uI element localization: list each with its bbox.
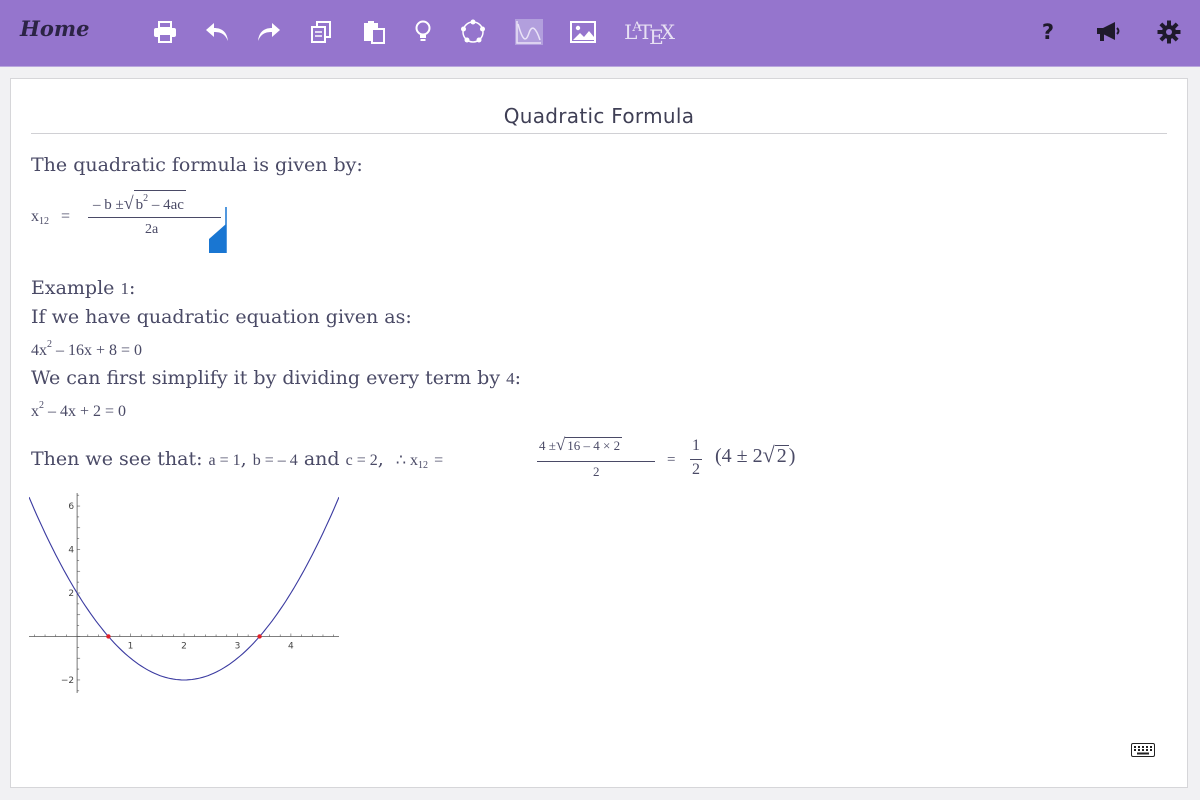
solution-den: 2 bbox=[593, 464, 600, 479]
megaphone-icon[interactable] bbox=[1090, 14, 1126, 50]
equation-1[interactable]: 4x2 – 16x + 8 = 0 bbox=[31, 339, 142, 360]
y-tick-label: 6 bbox=[68, 502, 74, 512]
parabola-curve bbox=[29, 496, 339, 681]
x-tick-label: 3 bbox=[235, 641, 241, 651]
y-tick-label: 2 bbox=[68, 589, 74, 599]
if-text[interactable]: If we have quadratic equation given as: bbox=[31, 306, 412, 328]
home-link[interactable]: Home bbox=[20, 16, 89, 41]
example-heading[interactable]: Example 1: bbox=[31, 277, 135, 299]
x-tick-label: 1 bbox=[128, 641, 134, 651]
sqrt-sign-icon: √ bbox=[123, 193, 134, 213]
formula-num-prefix: – b ± bbox=[93, 197, 124, 213]
solution-eq2: = bbox=[667, 452, 676, 468]
half-bar bbox=[690, 459, 702, 460]
copy-icon[interactable] bbox=[303, 14, 339, 50]
undo-icon[interactable] bbox=[199, 14, 235, 50]
solution-numerator: 4 ±√ 16 – 4 × 2 bbox=[539, 435, 623, 454]
x-tick-label: 4 bbox=[288, 641, 294, 651]
keyboard-icon[interactable] bbox=[1131, 742, 1155, 757]
solution-fraction-bar bbox=[537, 461, 655, 462]
x-tick-label: 2 bbox=[181, 641, 187, 651]
formula-eq: = bbox=[61, 208, 71, 225]
y-tick-label: 4 bbox=[68, 546, 74, 556]
y-tick-label: −2 bbox=[61, 676, 74, 686]
sqrt-sign-icon: √ bbox=[555, 435, 566, 454]
root-point bbox=[106, 634, 111, 639]
title-divider bbox=[31, 133, 1167, 134]
simplify-text[interactable]: We can first simplify it by dividing eve… bbox=[31, 367, 521, 389]
text-cursor bbox=[209, 207, 227, 253]
top-toolbar: Home LATEX ? bbox=[0, 0, 1200, 67]
sqrt-sign-icon: √ bbox=[762, 442, 775, 467]
gear-icon[interactable] bbox=[1151, 14, 1187, 50]
root-point bbox=[257, 634, 262, 639]
parabola-graph[interactable]: 1 2 3 4 −2 2 4 6 bbox=[29, 493, 339, 693]
solution-paren: (4 ± 2√ 2) bbox=[715, 442, 796, 467]
image-icon[interactable] bbox=[565, 14, 601, 50]
half-den: 2 bbox=[692, 461, 700, 478]
help-icon[interactable]: ? bbox=[1030, 14, 1066, 50]
graph-icon[interactable] bbox=[511, 14, 547, 50]
formula-den: 2a bbox=[145, 222, 159, 237]
intro-text[interactable]: The quadratic formula is given by: bbox=[31, 154, 363, 176]
equation-2[interactable]: x2 – 4x + 2 = 0 bbox=[31, 400, 126, 421]
half-num: 1 bbox=[692, 437, 700, 454]
circle-dots-icon[interactable] bbox=[455, 14, 491, 50]
latex-icon[interactable]: LATEX bbox=[622, 14, 676, 50]
paste-icon[interactable] bbox=[356, 14, 392, 50]
document-area[interactable]: Quadratic Formula The quadratic formula … bbox=[10, 78, 1188, 788]
redo-icon[interactable] bbox=[251, 14, 287, 50]
fraction-bar bbox=[88, 217, 221, 218]
formula-lhs: x bbox=[31, 208, 39, 225]
then-text: Then we see that: a = 1, b = – 4 and c =… bbox=[31, 448, 444, 471]
print-icon[interactable] bbox=[147, 14, 183, 50]
page-title[interactable]: Quadratic Formula bbox=[11, 104, 1187, 128]
lightbulb-icon[interactable] bbox=[405, 14, 441, 50]
